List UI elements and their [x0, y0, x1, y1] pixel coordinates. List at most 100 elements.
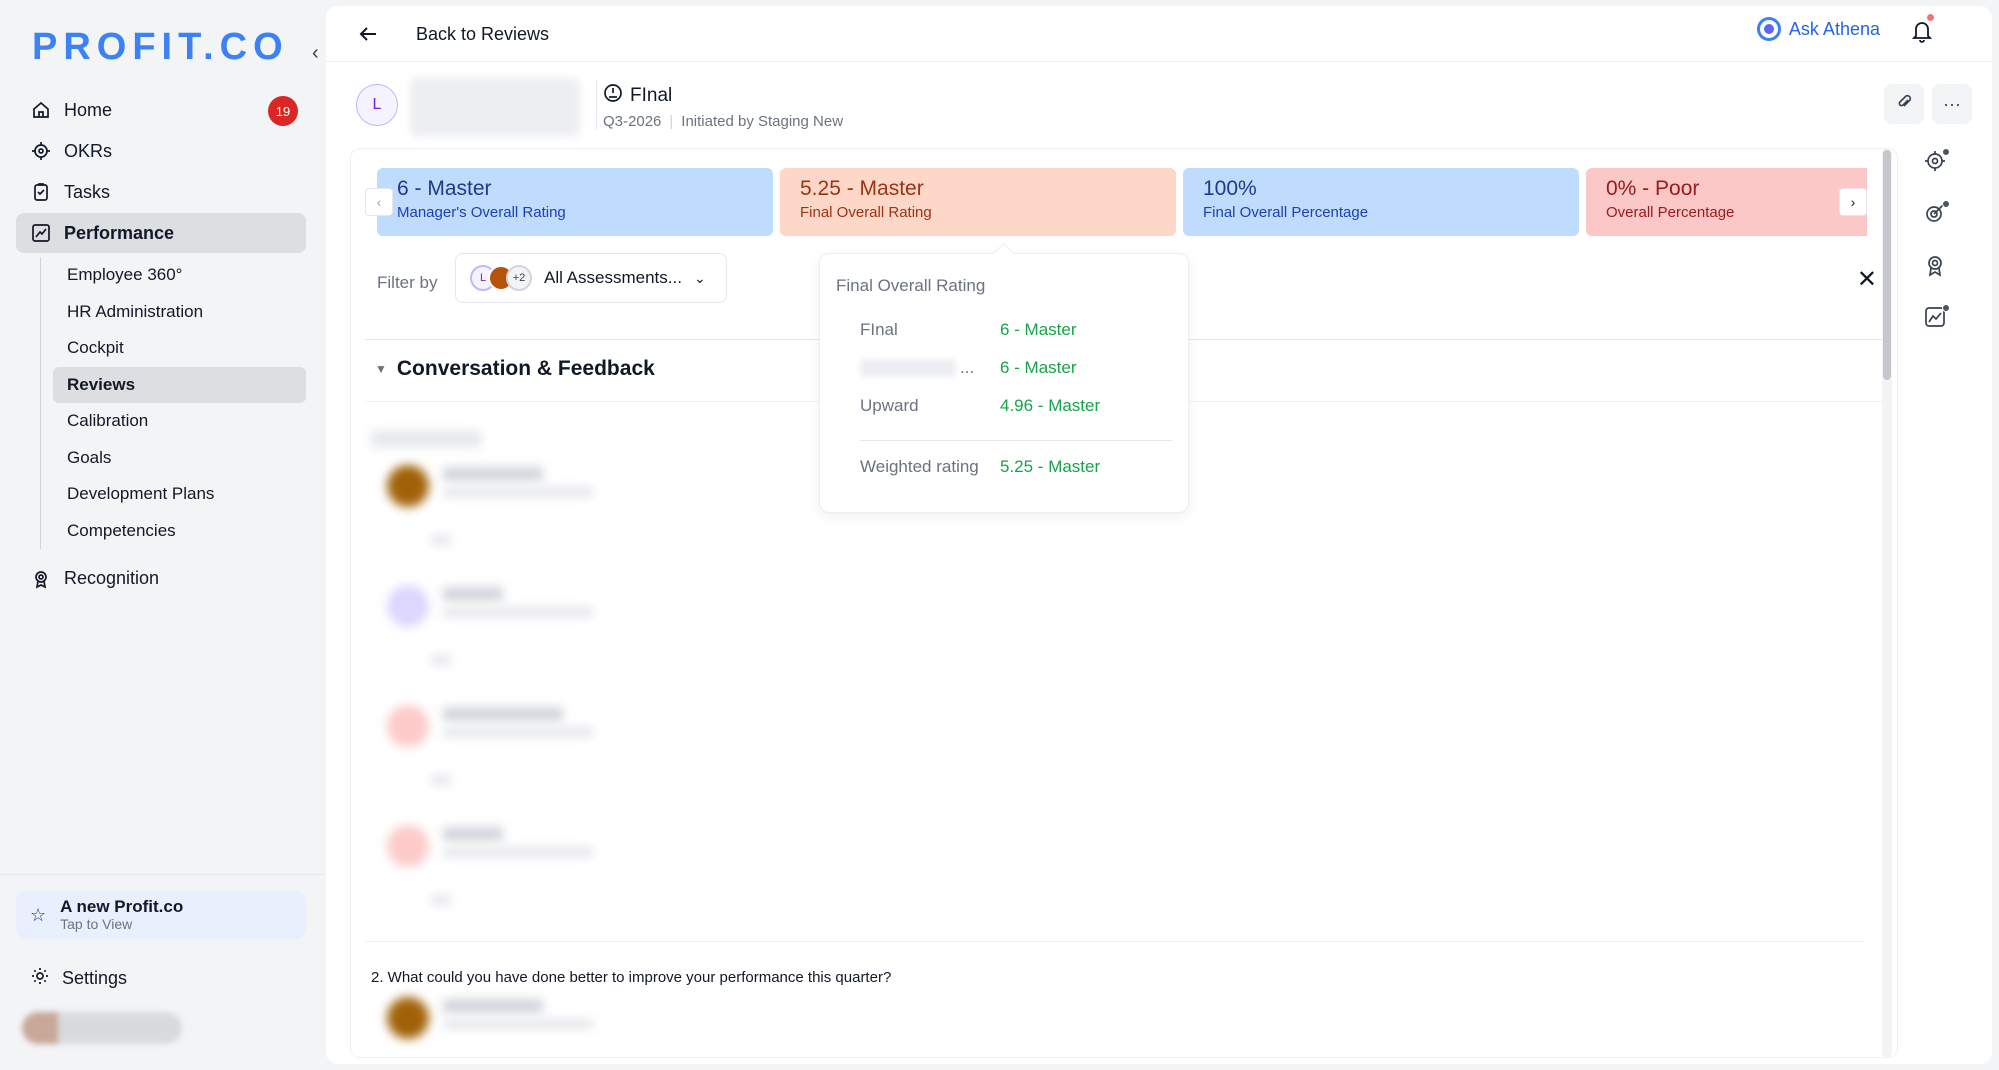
rail-performance-button[interactable]	[1920, 304, 1950, 334]
blurred-name	[443, 827, 503, 841]
sidebar-item-okrs[interactable]: OKRs	[16, 131, 306, 171]
sidebar-item-performance[interactable]: Performance	[16, 213, 306, 253]
blurred-text	[431, 775, 451, 785]
sidebar: PROFIT.CO ‹ Home 19 OKRs Tasks Performan…	[0, 0, 324, 1070]
sidebar-subitem-competencies[interactable]: Competencies	[53, 513, 306, 549]
sidebar-subitem-hr-administration[interactable]: HR Administration	[53, 294, 306, 330]
tooltip-row-value: 4.96 - Master	[1000, 396, 1101, 415]
ask-athena-button[interactable]: Ask Athena	[1756, 17, 1880, 41]
tooltip-title: Final Overall Rating	[836, 276, 986, 295]
sidebar-subitem-development-plans[interactable]: Development Plans	[53, 476, 306, 512]
blurred-avatar	[387, 465, 429, 507]
scrollbar-thumb[interactable]	[1883, 150, 1891, 380]
main-panel: Back to Reviews Ask Athena L FInal Q3-20…	[326, 6, 1992, 1064]
tooltip-row-key: Weighted rating	[860, 457, 979, 476]
blurred-avatar	[387, 585, 429, 627]
collapse-sidebar-button[interactable]: ‹	[312, 42, 319, 65]
blurred-name	[443, 707, 563, 721]
promo-subtitle: Tap to View	[60, 916, 133, 932]
card-label: Final Overall Percentage	[1203, 204, 1369, 221]
card-label: Overall Percentage	[1606, 204, 1735, 221]
employee-name	[410, 78, 580, 136]
sidebar-item-label: Settings	[62, 968, 128, 988]
sidebar-subitem-calibration[interactable]: Calibration	[53, 403, 306, 439]
sidebar-item-home[interactable]: Home 19	[16, 90, 306, 130]
blurred-avatar	[387, 997, 429, 1039]
back-arrow-button[interactable]	[350, 16, 386, 52]
blurred-name	[443, 999, 543, 1013]
blurred-name	[443, 587, 503, 601]
rating-card-final-percentage: 100% Final Overall Percentage	[1183, 168, 1579, 236]
ask-athena-label: Ask Athena	[1788, 18, 1880, 39]
sidebar-item-recognition[interactable]: Recognition	[16, 559, 306, 599]
profitco-logo[interactable]: PROFIT.CO	[32, 26, 289, 69]
new-profitco-promo[interactable]: ☆ A new Profit.co Tap to View	[16, 891, 306, 939]
final-rating-tooltip: Final Overall Rating FInal 6 - Master ..…	[819, 253, 1189, 513]
more-options-button[interactable]: ···	[1932, 84, 1972, 124]
gauge-icon	[602, 82, 624, 110]
blurred-text	[431, 535, 451, 545]
blurred-text	[443, 1019, 593, 1029]
header-divider	[596, 80, 597, 130]
notification-dot	[1942, 148, 1950, 156]
employee-avatar: L	[356, 84, 398, 126]
review-title: FInal	[602, 82, 672, 110]
sidebar-item-label: Recognition	[64, 568, 160, 588]
review-title-text: FInal	[630, 85, 673, 106]
tooltip-row-key: Upward	[860, 396, 919, 415]
rating-card-managers-overall: 6 - Master Manager's Overall Rating	[377, 168, 773, 236]
ellipsis-icon: ···	[1943, 93, 1961, 114]
sidebar-item-label: OKRs	[64, 140, 113, 161]
blurred-name	[860, 359, 956, 377]
bell-icon[interactable]	[1910, 18, 1934, 49]
filter-avatar-count: +2	[506, 265, 532, 291]
blurred-question	[371, 431, 481, 447]
tooltip-divider	[860, 440, 1172, 441]
sidebar-item-settings[interactable]: Settings	[30, 966, 127, 991]
blurred-text	[431, 655, 451, 665]
filter-selected: All Assessments...	[544, 268, 682, 287]
review-meta: Q3-2026 | Initiated by Staging New	[603, 113, 844, 130]
paperclip-icon	[1895, 93, 1913, 116]
award-icon	[1923, 253, 1947, 282]
blurred-name	[443, 467, 543, 481]
card-value: 100%	[1203, 177, 1257, 200]
star-icon: ☆	[30, 904, 47, 925]
review-content: 6 - Master Manager's Overall Rating 5.25…	[350, 148, 1898, 1058]
sidebar-item-label: Performance	[64, 222, 175, 243]
promo-title: A new Profit.co	[60, 897, 184, 916]
card-value: 6 - Master	[397, 177, 492, 200]
tooltip-row-value: 6 - Master	[1000, 320, 1077, 339]
chevron-down-icon: ⌄	[693, 269, 706, 286]
rail-okr-button[interactable]	[1920, 148, 1950, 178]
assessment-filter-dropdown[interactable]: L +2 All Assessments... ⌄	[455, 253, 727, 303]
notification-badge: 19	[268, 96, 298, 126]
sidebar-subitem-cockpit[interactable]: Cockpit	[53, 330, 306, 366]
carousel-prev-button[interactable]: ‹	[365, 188, 393, 216]
blurred-text	[431, 895, 451, 905]
close-icon[interactable]: ✕	[1857, 265, 1877, 294]
rail-recognition-button[interactable]	[1920, 252, 1950, 282]
card-value: 5.25 - Master	[800, 177, 924, 200]
sidebar-item-tasks[interactable]: Tasks	[16, 172, 306, 212]
sidebar-subitem-goals[interactable]: Goals	[53, 440, 306, 476]
rating-cards: 6 - Master Manager's Overall Rating 5.25…	[377, 168, 1867, 238]
blurred-text	[443, 847, 593, 857]
back-to-reviews-link[interactable]: Back to Reviews	[416, 24, 549, 45]
sidebar-subitem-employee-360[interactable]: Employee 360°	[53, 257, 306, 293]
trend-chart-icon	[30, 222, 52, 244]
tooltip-row-value: 6 - Master	[1000, 358, 1077, 377]
user-profile[interactable]	[22, 1012, 182, 1044]
section-header-conversation-feedback[interactable]: ▼ Conversation & Feedback	[375, 357, 655, 381]
attachment-button[interactable]	[1884, 84, 1924, 124]
gear-icon	[30, 966, 50, 991]
card-label: Final Overall Rating	[800, 204, 932, 221]
sidebar-divider	[0, 874, 324, 875]
sidebar-subitem-reviews[interactable]: Reviews	[53, 366, 306, 403]
carousel-next-button[interactable]: ›	[1839, 188, 1867, 216]
blurred-text	[443, 487, 593, 497]
notification-dot	[1927, 14, 1934, 21]
rail-goals-button[interactable]	[1920, 200, 1950, 230]
performance-subnav: Employee 360° HR Administration Cockpit …	[40, 257, 306, 549]
rating-card-final-overall[interactable]: 5.25 - Master Final Overall Rating	[780, 168, 1176, 236]
